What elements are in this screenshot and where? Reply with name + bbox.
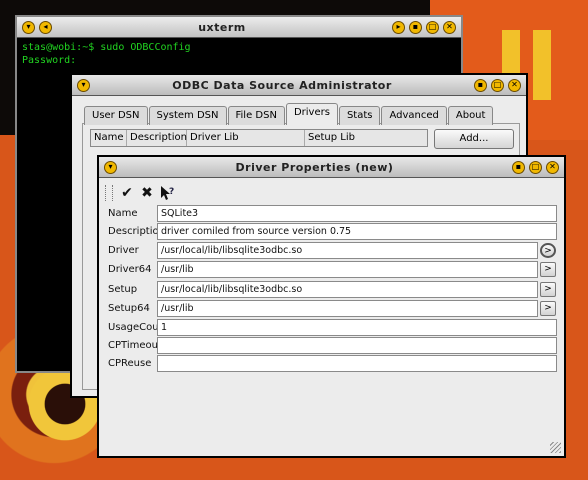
whats-this-icon[interactable]: ?: [157, 184, 177, 202]
field-row-description: Description: [108, 223, 165, 240]
window-menu-icon[interactable]: ▾: [77, 78, 90, 92]
field-row-setup: Setup: [108, 281, 157, 298]
maximize-icon[interactable]: □: [491, 78, 504, 92]
desktop-art-bar: [533, 30, 551, 100]
tab-drivers[interactable]: Drivers: [285, 103, 338, 125]
field-row-cpreuse: CPReuse: [108, 355, 157, 372]
cptimeout-input[interactable]: [157, 337, 557, 354]
check-icon[interactable]: ✔: [117, 184, 137, 202]
driver-browse-button[interactable]: >: [540, 243, 556, 258]
field-label: Setup64: [108, 303, 150, 314]
setup-input[interactable]: /usr/local/lib/libsqlite3odbc.so: [157, 281, 538, 298]
field-label: Description: [108, 226, 165, 237]
terminal-titlebar[interactable]: ▾ ◂ uxterm ▸ ▪ □ ✕: [17, 17, 461, 38]
field-row-name: Name: [108, 205, 157, 222]
tab-stats[interactable]: Stats: [338, 106, 381, 125]
setup64-input[interactable]: /usr/lib: [157, 300, 538, 317]
field-label: Driver64: [108, 264, 152, 275]
x-icon[interactable]: ✖: [137, 184, 157, 202]
terminal-title: uxterm: [198, 20, 246, 34]
terminal-line: Password:: [22, 55, 77, 66]
resize-grip-icon[interactable]: [550, 442, 561, 453]
column-header-driver-lib[interactable]: Driver Lib: [187, 130, 305, 146]
admin-titlebar[interactable]: ▾ ODBC Data Source Administrator ▪ □ ✕: [72, 75, 526, 96]
window-menu-icon[interactable]: ▾: [22, 20, 35, 34]
driver-input[interactable]: /usr/local/lib/libsqlite3odbc.so: [157, 242, 538, 259]
description-input[interactable]: driver comiled from source version 0.75: [157, 223, 557, 240]
field-label: CPTimeout: [108, 340, 162, 351]
add-driver-button[interactable]: Add...: [434, 129, 514, 149]
shade-icon[interactable]: ▸: [392, 20, 405, 34]
admin-tabs: User DSN System DSN File DSN Drivers Sta…: [84, 103, 494, 125]
toolbar-grip[interactable]: [105, 185, 113, 201]
field-label: UsageCount: [108, 322, 169, 333]
window-menu-icon[interactable]: ▾: [104, 160, 117, 174]
driver64-input[interactable]: /usr/lib: [157, 261, 538, 278]
props-titlebar[interactable]: ▾ Driver Properties (new) ▪ □ ✕: [99, 157, 564, 178]
minimize-icon[interactable]: ▪: [512, 160, 525, 174]
tab-about[interactable]: About: [447, 106, 494, 125]
minimize-icon[interactable]: ▪: [474, 78, 487, 92]
field-label: Name: [108, 208, 138, 219]
usagecount-input[interactable]: 1: [157, 319, 557, 336]
cpreuse-input[interactable]: [157, 355, 557, 372]
field-row-driver64: Driver64: [108, 261, 157, 278]
props-toolbar: ✔ ✖ ?: [105, 183, 177, 203]
tab-user-dsn[interactable]: User DSN: [84, 106, 148, 125]
setup-browse-button[interactable]: >: [540, 282, 556, 297]
tab-file-dsn[interactable]: File DSN: [227, 106, 285, 125]
field-row-setup64: Setup64: [108, 300, 157, 317]
field-row-driver: Driver: [108, 242, 157, 259]
field-label: CPReuse: [108, 358, 152, 369]
svg-text:?: ?: [169, 187, 174, 197]
field-row-usagecount: UsageCount: [108, 319, 169, 336]
tab-advanced[interactable]: Advanced: [381, 106, 447, 125]
field-label: Setup: [108, 284, 138, 295]
shade-icon[interactable]: ◂: [39, 20, 52, 34]
name-input[interactable]: SQLite3: [157, 205, 557, 222]
terminal-output[interactable]: stas@wobi:~$ sudo ODBCConfig Password:: [17, 38, 461, 70]
drivers-table-header[interactable]: Name Description Driver Lib Setup Lib: [90, 129, 428, 147]
field-row-cptimeout: CPTimeout: [108, 337, 162, 354]
field-label: Driver: [108, 245, 139, 256]
driver64-browse-button[interactable]: >: [540, 262, 556, 277]
driver-properties-window[interactable]: ▾ Driver Properties (new) ▪ □ ✕ ✔ ✖ ? Na…: [97, 155, 566, 458]
close-icon[interactable]: ✕: [508, 78, 521, 92]
admin-title: ODBC Data Source Administrator: [172, 78, 392, 92]
tab-system-dsn[interactable]: System DSN: [148, 106, 227, 125]
column-header-name[interactable]: Name: [91, 130, 127, 146]
close-icon[interactable]: ✕: [443, 20, 456, 34]
setup64-browse-button[interactable]: >: [540, 301, 556, 316]
column-header-setup-lib[interactable]: Setup Lib: [305, 130, 427, 146]
column-header-description[interactable]: Description: [127, 130, 187, 146]
maximize-icon[interactable]: □: [426, 20, 439, 34]
maximize-icon[interactable]: □: [529, 160, 542, 174]
minimize-icon[interactable]: ▪: [409, 20, 422, 34]
props-title: Driver Properties (new): [235, 160, 394, 174]
close-icon[interactable]: ✕: [546, 160, 559, 174]
terminal-line: stas@wobi:~$ sudo ODBCConfig: [22, 42, 191, 53]
